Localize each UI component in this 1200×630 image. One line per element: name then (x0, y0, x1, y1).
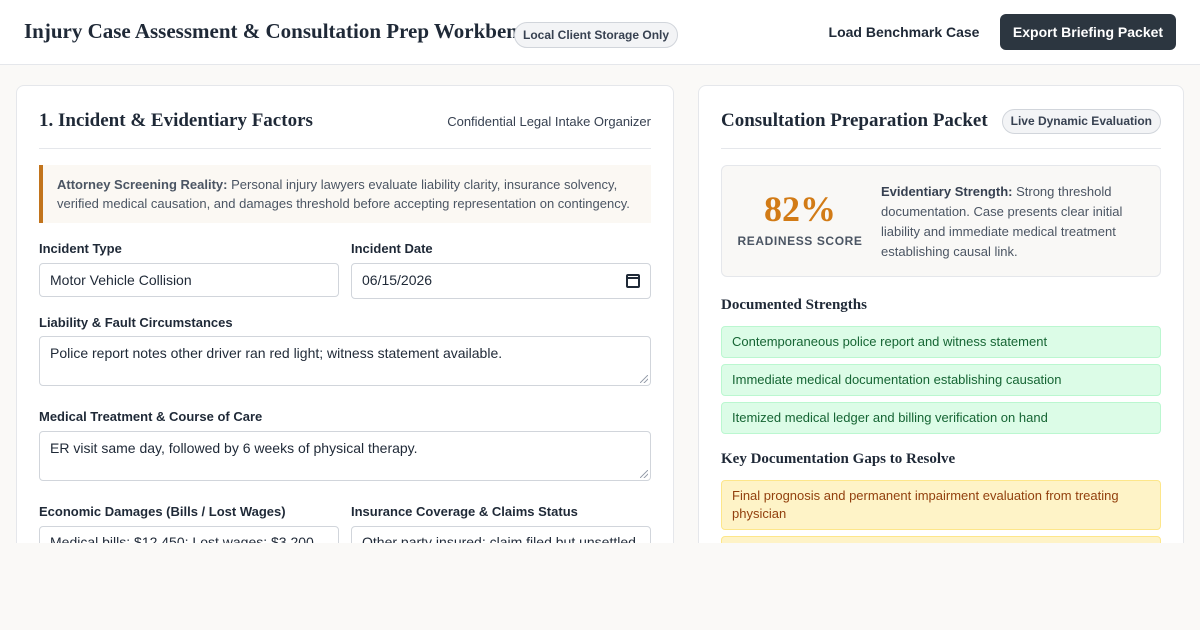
incident-date-input[interactable]: 06/15/2026 (351, 263, 651, 299)
liability-label: Liability & Fault Circumstances (39, 315, 233, 330)
insurance-label: Insurance Coverage & Claims Status (351, 504, 578, 519)
strength-item: Immediate medical documentation establis… (721, 364, 1161, 396)
medical-label: Medical Treatment & Course of Care (39, 409, 263, 424)
liability-textarea[interactable]: Police report notes other driver ran red… (39, 336, 651, 386)
incident-type-input[interactable]: Motor Vehicle Collision (39, 263, 339, 297)
gaps-title: Key Documentation Gaps to Resolve (721, 451, 956, 467)
screening-callout: Attorney Screening Reality: Personal inj… (39, 165, 651, 223)
intake-panel-title: 1. Incident & Evidentiary Factors (39, 110, 313, 131)
app-title: Injury Case Assessment & Consultation Pr… (24, 19, 539, 43)
intake-panel: 1. Incident & Evidentiary Factors Confid… (16, 85, 674, 543)
load-benchmark-button[interactable]: Load Benchmark Case (819, 14, 989, 50)
insurance-input[interactable]: Other party insured; claim filed but uns… (351, 526, 651, 543)
app-header: Injury Case Assessment & Consultation Pr… (0, 0, 1200, 65)
packet-panel: Consultation Preparation Packet Live Dyn… (698, 85, 1184, 543)
medical-value: ER visit same day, followed by 6 weeks o… (50, 440, 418, 456)
resize-grip-icon[interactable] (640, 470, 648, 478)
strength-item: Itemized medical ledger and billing veri… (721, 402, 1161, 434)
calendar-icon[interactable] (626, 274, 640, 288)
intake-panel-subtitle: Confidential Legal Intake Organizer (447, 114, 651, 129)
evidentiary-strength-summary: Evidentiary Strength: Strong threshold d… (881, 182, 1149, 262)
damages-input[interactable]: Medical bills: $12,450; Lost wages: $3,2… (39, 526, 339, 543)
divider (721, 148, 1161, 149)
callout-heading: Attorney Screening Reality: (57, 177, 228, 192)
incident-date-label: Incident Date (351, 241, 433, 256)
incident-date-value: 06/15/2026 (362, 272, 433, 288)
damages-label: Economic Damages (Bills / Lost Wages) (39, 504, 286, 519)
resize-grip-icon[interactable] (640, 375, 648, 383)
storage-badge: Local Client Storage Only (514, 22, 679, 48)
export-briefing-button[interactable]: Export Briefing Packet (1000, 14, 1176, 50)
gap-item: Final prognosis and permanent impairment… (721, 480, 1161, 530)
medical-textarea[interactable]: ER visit same day, followed by 6 weeks o… (39, 431, 651, 481)
divider (39, 148, 651, 149)
strength-item: Contemporaneous police report and witnes… (721, 326, 1161, 358)
incident-type-label: Incident Type (39, 241, 122, 256)
readiness-score-card: 82% READINESS SCORE Evidentiary Strength… (721, 165, 1161, 277)
main-content[interactable]: 1. Incident & Evidentiary Factors Confid… (0, 65, 1200, 543)
readiness-score-value: 82% (764, 189, 836, 229)
liability-value: Police report notes other driver ran red… (50, 345, 503, 361)
live-evaluation-badge: Live Dynamic Evaluation (1001, 109, 1161, 134)
gap-item (721, 536, 1161, 543)
strengths-title: Documented Strengths (721, 297, 867, 313)
strength-heading: Evidentiary Strength: (881, 184, 1013, 199)
readiness-score-label: READINESS SCORE (737, 234, 863, 248)
packet-panel-title: Consultation Preparation Packet (721, 110, 988, 131)
